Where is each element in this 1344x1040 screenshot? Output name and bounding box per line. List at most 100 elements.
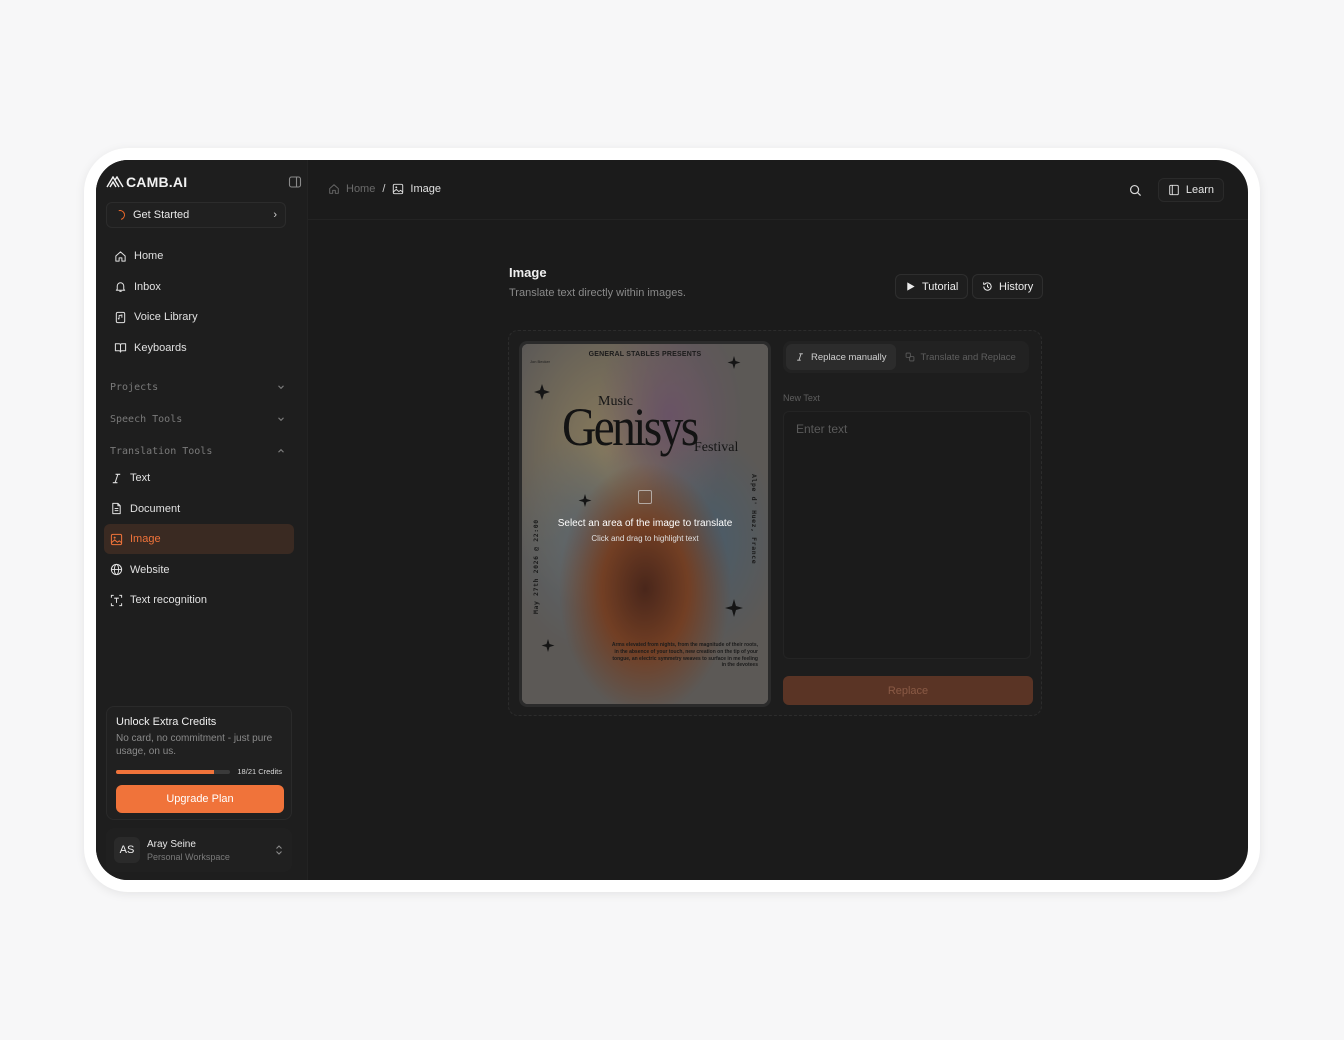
tab-translate-and-replace[interactable]: Translate and Replace [896,344,1025,370]
sidebar-item-website[interactable]: Website [104,555,294,585]
breadcrumb-home[interactable]: Home [328,183,375,195]
select-area-icon [638,490,652,504]
sidebar-item-label: Inbox [134,280,161,293]
sidebar-item-label: Document [130,502,181,515]
page-subtitle: Translate text directly within images. [509,287,686,299]
sidebar: CAMB.AI Get Started › Home Inbox Voice L… [96,160,308,880]
camb-logo-icon [106,176,124,188]
tab-label: Translate and Replace [920,351,1016,363]
section-label: Speech Tools [110,413,183,425]
breadcrumb-home-label: Home [346,183,376,195]
translation-tools-nav: Text Document Image Website Text recogni… [104,463,294,616]
progress-ring-icon [113,208,127,222]
get-started-button[interactable]: Get Started › [106,202,286,228]
sidebar-item-text[interactable]: Text [104,463,294,493]
chevron-up-down-icon [276,845,282,855]
learn-button[interactable]: Learn [1157,178,1224,202]
poster-image[interactable]: GENERAL STABLES PRESENTS Jon Becker Geni… [522,344,768,704]
history-label: History [999,280,1034,293]
sidebar-item-voice-library[interactable]: Voice Library [104,302,294,332]
main-nav: Home Inbox Voice Library Keyboards [104,241,294,363]
select-area-title: Select an area of the image to translate [557,518,733,529]
section-translation-tools[interactable]: Translation Tools [110,444,286,458]
chevron-down-icon [278,417,284,422]
sidebar-item-label: Image [130,533,161,545]
breadcrumb: Home / Image [328,183,441,195]
breadcrumb-separator: / [382,183,386,195]
sidebar-item-text-recognition[interactable]: Text recognition [104,585,294,615]
sidebar-item-label: Voice Library [134,311,198,323]
new-text-label: New Text [783,393,820,403]
sidebar-item-label: Keyboards [134,341,187,354]
credits-progress-fill [116,769,214,774]
image-icon [393,183,404,195]
image-icon [110,533,123,545]
page-title: Image [509,265,547,280]
sidebar-item-home[interactable]: Home [104,241,294,271]
credits-progress-bar [116,769,230,774]
home-icon [329,184,339,194]
translate-icon [905,352,914,362]
section-speech-tools[interactable]: Speech Tools [110,412,286,426]
search-button[interactable] [1124,178,1148,202]
section-projects[interactable]: Projects [110,380,286,394]
sidebar-item-label: Text recognition [130,594,208,606]
learn-label: Learn [1185,184,1214,196]
select-area-hint: Select an area of the image to translate… [522,490,768,543]
sidebar-collapse-icon[interactable] [288,175,302,189]
select-area-subtitle: Click and drag to highlight text [591,534,699,543]
get-started-label: Get Started [133,209,190,221]
sidebar-item-label: Home [134,250,164,262]
sidebar-item-document[interactable]: Document [104,494,294,524]
globe-icon [110,563,123,576]
book-icon [114,343,127,353]
credits-card: Unlock Extra Credits No card, no commitm… [106,706,292,820]
scan-text-icon [110,594,123,606]
replace-button[interactable]: Replace [783,676,1033,705]
credits-description: No card, no commitment - just pure usage… [116,733,273,757]
logo-row: CAMB.AI [106,172,302,192]
app-window: CAMB.AI Get Started › Home Inbox Voice L… [96,160,1248,880]
history-button[interactable]: History [972,274,1044,299]
profile-switcher[interactable]: AS Aray Seine Personal Workspace [106,828,292,872]
search-icon [1130,184,1142,196]
profile-name: Aray Seine [147,838,196,850]
tab-replace-manually[interactable]: Replace manually [786,344,896,370]
brand-name: CAMB.AI [126,174,188,190]
italic-text-icon [112,473,121,483]
tutorial-button[interactable]: Tutorial [895,274,969,299]
sidebar-item-keyboards[interactable]: Keyboards [104,333,294,363]
tutorial-label: Tutorial [922,280,959,293]
sidebar-item-label: Text [130,472,151,484]
image-translate-workspace: GENERAL STABLES PRESENTS Jon Becker Geni… [508,330,1042,716]
credits-count: 18/21 Credits [237,767,282,776]
breadcrumb-current-label: Image [410,183,441,195]
history-icon [983,282,992,291]
section-label: Projects [110,381,159,393]
italic-text-icon [797,353,803,361]
credits-title: Unlock Extra Credits [116,716,217,728]
tab-label: Replace manually [811,351,887,363]
chevron-down-icon [278,385,284,390]
section-label: Translation Tools [110,445,213,457]
sidebar-item-image[interactable]: Image [104,524,294,554]
upgrade-plan-button[interactable]: Upgrade Plan [116,785,284,813]
profile-info: Aray Seine Personal Workspace [147,839,230,862]
breadcrumb-current: Image [392,183,441,195]
bell-icon [115,282,126,292]
document-icon [112,502,121,515]
image-canvas[interactable]: GENERAL STABLES PRESENTS Jon Becker Geni… [519,341,771,707]
chevron-up-icon [278,448,284,453]
sidebar-item-inbox[interactable]: Inbox [104,272,294,302]
sidebar-item-label: Website [130,563,170,576]
new-text-input[interactable] [783,411,1031,659]
voice-library-icon [115,311,126,323]
profile-workspace: Personal Workspace [147,851,230,862]
brand-logo[interactable]: CAMB.AI [106,174,187,190]
play-icon [907,282,915,291]
chevron-right-icon: › [273,209,277,221]
mode-tabs: Replace manually Translate and Replace [783,341,1029,373]
home-icon [115,250,126,262]
top-bar: Home / Image Learn [308,160,1248,220]
book-open-icon [1169,184,1179,196]
